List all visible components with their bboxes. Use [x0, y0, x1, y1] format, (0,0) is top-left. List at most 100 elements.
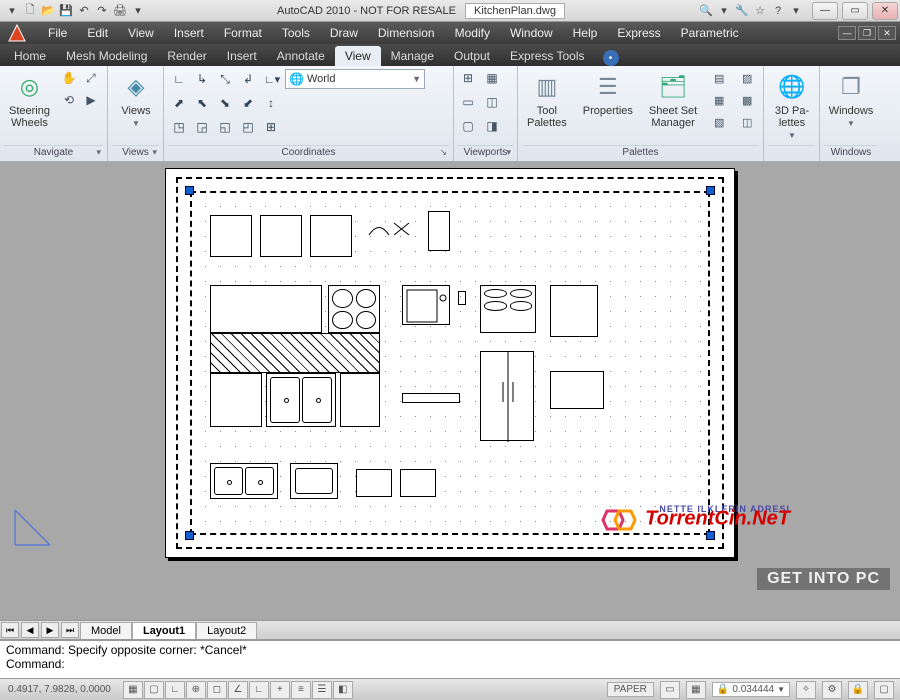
menu-insert[interactable]: Insert: [164, 23, 214, 43]
open-file-icon[interactable]: 📂: [40, 3, 56, 19]
ucs-set-icon-5[interactable]: ↕: [260, 92, 282, 114]
tab-model[interactable]: Model: [80, 622, 132, 639]
panel-expand-icon[interactable]: ▾: [506, 147, 511, 158]
viewport-restore-icon[interactable]: ◫: [482, 92, 502, 112]
viewport-grip[interactable]: [706, 531, 715, 540]
menu-edit[interactable]: Edit: [77, 23, 118, 43]
ducs-toggle-icon[interactable]: ∟: [249, 681, 269, 699]
command-window[interactable]: Command: Specify opposite corner: *Cance…: [0, 640, 900, 678]
favorite-icon[interactable]: ☆: [752, 3, 768, 19]
palette-btn-4[interactable]: ▨: [736, 68, 758, 88]
ucs-icon-1[interactable]: ∟: [168, 68, 190, 90]
tab-home[interactable]: Home: [4, 46, 56, 66]
doc-minimize-button[interactable]: —: [838, 26, 856, 40]
snap-toggle-icon[interactable]: ▦: [123, 681, 143, 699]
threed-palettes-button[interactable]: 🌐 3D Pa- lettes ▼: [768, 68, 816, 143]
ucs-set-icon-1[interactable]: ⬈: [168, 92, 190, 114]
views-button[interactable]: ◈ Views ▼: [112, 68, 160, 131]
search-menu-icon[interactable]: ▾: [716, 3, 732, 19]
ucs-set-icon-8[interactable]: ◱: [214, 116, 236, 138]
quickview-drawings-icon[interactable]: ▦: [686, 681, 706, 699]
palette-btn-6[interactable]: ◫: [736, 112, 758, 132]
tab-render[interactable]: Render: [157, 46, 216, 66]
maximize-button[interactable]: ▭: [842, 2, 868, 20]
ucs-set-icon-4[interactable]: ⬋: [237, 92, 259, 114]
menu-dimension[interactable]: Dimension: [368, 23, 445, 43]
tab-next-icon[interactable]: ▶: [41, 622, 59, 638]
menu-modify[interactable]: Modify: [445, 23, 500, 43]
otrack-toggle-icon[interactable]: ∠: [228, 681, 248, 699]
help-dropdown-icon[interactable]: ▾: [788, 3, 804, 19]
lwt-toggle-icon[interactable]: ≡: [291, 681, 311, 699]
ucs-name-combo[interactable]: 🌐 World ▼: [285, 69, 425, 89]
model-paper-toggle[interactable]: PAPER: [607, 682, 654, 697]
viewport-grip[interactable]: [706, 186, 715, 195]
doc-close-button[interactable]: ✕: [878, 26, 896, 40]
dyn-toggle-icon[interactable]: +: [270, 681, 290, 699]
showmotion-icon[interactable]: ▶: [81, 90, 101, 110]
windows-button[interactable]: ❐ Windows ▼: [824, 68, 878, 131]
workspace-switch-icon[interactable]: ⚙: [822, 681, 842, 699]
redo-icon[interactable]: ↷: [94, 3, 110, 19]
tab-view[interactable]: View: [335, 46, 381, 66]
polar-toggle-icon[interactable]: ⊕: [186, 681, 206, 699]
tab-last-icon[interactable]: ⏭: [61, 622, 79, 638]
undo-icon[interactable]: ↶: [76, 3, 92, 19]
menu-express[interactable]: Express: [607, 23, 670, 43]
tab-output[interactable]: Output: [444, 46, 500, 66]
menu-window[interactable]: Window: [500, 23, 563, 43]
osnap-toggle-icon[interactable]: ◻: [207, 681, 227, 699]
toolbar-lock-icon[interactable]: 🔒: [848, 681, 868, 699]
tab-express-tools[interactable]: Express Tools: [500, 46, 594, 66]
menu-draw[interactable]: Draw: [320, 23, 368, 43]
menu-format[interactable]: Format: [214, 23, 272, 43]
palette-btn-3[interactable]: ▧: [708, 112, 730, 132]
app-menu-dropdown-icon[interactable]: ▾: [4, 3, 20, 19]
panel-dialog-icon[interactable]: ↘: [439, 147, 447, 158]
tab-layout1[interactable]: Layout1: [132, 622, 196, 639]
tab-layout2[interactable]: Layout2: [196, 622, 257, 639]
grid-toggle-icon[interactable]: ▢: [144, 681, 164, 699]
viewport-grip[interactable]: [185, 531, 194, 540]
palette-btn-5[interactable]: ▩: [736, 90, 758, 110]
tools-icon[interactable]: 🔧: [734, 3, 750, 19]
quickview-layouts-icon[interactable]: ▭: [660, 681, 680, 699]
menu-file[interactable]: File: [38, 23, 77, 43]
ortho-toggle-icon[interactable]: ∟: [165, 681, 185, 699]
app-logo-icon[interactable]: [0, 22, 38, 44]
menu-tools[interactable]: Tools: [272, 23, 320, 43]
ucs-icon-2[interactable]: ↳: [191, 68, 213, 90]
annotation-visibility-icon[interactable]: ✧: [796, 681, 816, 699]
ucs-set-icon-3[interactable]: ⬊: [214, 92, 236, 114]
tab-mesh-modeling[interactable]: Mesh Modeling: [56, 46, 157, 66]
menu-view[interactable]: View: [118, 23, 164, 43]
zoom-extents-icon[interactable]: ⤢: [81, 68, 101, 88]
viewport-config-icon[interactable]: ⊞: [458, 68, 478, 88]
tab-insert[interactable]: Insert: [217, 46, 267, 66]
qp-toggle-icon[interactable]: ☰: [312, 681, 332, 699]
ucs-set-icon-2[interactable]: ⬉: [191, 92, 213, 114]
annotation-scale[interactable]: 🔒 0.034444 ▼: [712, 682, 790, 697]
doc-restore-button[interactable]: ❐: [858, 26, 876, 40]
ucs-set-icon-9[interactable]: ◰: [237, 116, 259, 138]
panel-expand-icon[interactable]: ▾: [152, 147, 157, 158]
close-button[interactable]: ✕: [872, 2, 898, 20]
ucs-icon-3[interactable]: ⤡: [214, 68, 236, 90]
search-icon[interactable]: 🔍: [698, 3, 714, 19]
tool-palettes-button[interactable]: ▥ Tool Palettes: [522, 68, 572, 132]
ucs-set-icon-7[interactable]: ◲: [191, 116, 213, 138]
help-icon[interactable]: ?: [770, 3, 786, 19]
viewport-join-icon[interactable]: ▭: [458, 92, 478, 112]
ucs-dropdown-icon[interactable]: ∟▾: [261, 68, 283, 90]
viewport-named-icon[interactable]: ▦: [482, 68, 502, 88]
command-prompt[interactable]: Command:: [6, 657, 894, 671]
new-file-icon[interactable]: 🗋: [22, 3, 38, 19]
tab-manage[interactable]: Manage: [381, 46, 444, 66]
palette-btn-1[interactable]: ▤: [708, 68, 730, 88]
minimize-button[interactable]: —: [812, 2, 838, 20]
viewport-grip[interactable]: [185, 186, 194, 195]
viewport-two-icon[interactable]: ◨: [482, 116, 502, 136]
print-icon[interactable]: 🖨: [112, 3, 128, 19]
orbit-icon[interactable]: ⟲: [59, 90, 79, 110]
ribbon-help-icon[interactable]: •: [603, 50, 619, 66]
